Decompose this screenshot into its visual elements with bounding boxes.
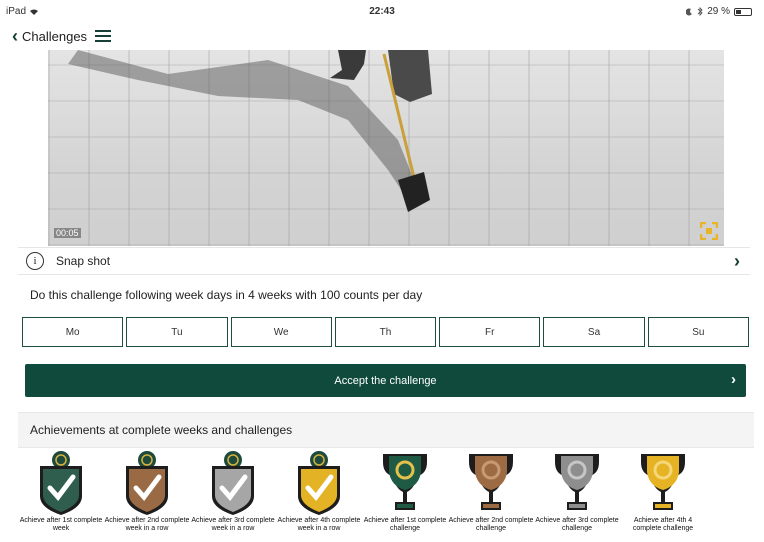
badge-week-3: Achieve after 3rd complete week in a row — [190, 450, 276, 533]
trophy-icon — [555, 454, 599, 510]
badge-caption: Achieve after 4th complete week in a row — [277, 517, 361, 532]
badge-caption: Achieve after 1st complete challenge — [363, 517, 447, 532]
video-player[interactable]: 00:05 — [48, 50, 724, 246]
day-su[interactable]: Su — [647, 317, 749, 347]
fullscreen-icon[interactable] — [700, 222, 718, 240]
achievement-badges: Achieve after 1st complete week Achieve … — [18, 450, 748, 542]
battery-icon — [734, 7, 752, 16]
day-we[interactable]: We — [230, 317, 332, 347]
badge-challenge-1: Achieve after 1st complete challenge — [362, 450, 448, 533]
clock: 22:43 — [369, 6, 395, 17]
achievements-title: Achievements at complete weeks and chall… — [30, 423, 293, 437]
snapshot-row[interactable]: i Snap shot › — [18, 247, 750, 275]
badge-challenge-3: Achieve after 3rd complete challenge — [534, 450, 620, 533]
info-icon: i — [26, 252, 44, 270]
chevron-left-icon: ‹ — [12, 26, 18, 46]
day-fr[interactable]: Fr — [439, 317, 541, 347]
video-timestamp: 00:05 — [54, 228, 81, 238]
shield-check-icon — [126, 451, 168, 515]
snapshot-label: Snap shot — [56, 254, 111, 268]
back-label: Challenges — [22, 28, 88, 44]
badge-caption: Achieve after 2nd complete challenge — [448, 517, 534, 532]
back-button[interactable]: ‹ Challenges — [12, 27, 87, 45]
achievements-header: Achievements at complete weeks and chall… — [18, 412, 754, 448]
challenge-description: Do this challenge following week days in… — [30, 288, 423, 302]
shield-check-icon — [40, 451, 82, 515]
moon-icon — [686, 8, 693, 15]
trophy-icon — [383, 454, 427, 510]
shield-check-icon — [212, 451, 254, 515]
day-mo[interactable]: Mo — [22, 317, 124, 347]
hamburger-menu-icon[interactable] — [95, 30, 112, 42]
accept-challenge-button[interactable]: Accept the challenge › — [25, 364, 746, 397]
badge-caption: Achieve after 1st complete week — [19, 517, 103, 532]
shield-check-icon — [298, 451, 340, 515]
chevron-right-icon: › — [731, 371, 736, 388]
badge-caption: Achieve after 3rd complete challenge — [535, 517, 619, 532]
day-tu[interactable]: Tu — [126, 317, 228, 347]
badge-week-1: Achieve after 1st complete week — [18, 450, 104, 533]
badge-week-4: Achieve after 4th complete week in a row — [276, 450, 362, 533]
nav-bar: ‹ Challenges — [0, 22, 764, 50]
badge-week-2: Achieve after 2nd complete week in a row — [104, 450, 190, 533]
badge-challenge-4: Achieve after 4th 4 complete challenge — [620, 450, 706, 533]
badge-caption: Achieve after 3rd complete week in a row — [191, 517, 275, 532]
bluetooth-icon — [697, 7, 703, 16]
badge-caption: Achieve after 4th 4 complete challenge — [632, 517, 694, 532]
status-bar: iPad 22:43 29 % — [0, 0, 764, 22]
accept-label: Accept the challenge — [334, 374, 437, 387]
chevron-right-icon: › — [734, 251, 740, 271]
trophy-icon — [469, 454, 513, 510]
battery-percent: 29 % — [707, 6, 730, 17]
weekday-selector: Mo Tu We Th Fr Sa Su — [22, 317, 749, 347]
video-scene — [68, 50, 432, 212]
badge-caption: Achieve after 2nd complete week in a row — [104, 517, 190, 532]
trophy-icon — [641, 454, 685, 510]
day-sa[interactable]: Sa — [543, 317, 645, 347]
day-th[interactable]: Th — [334, 317, 437, 347]
badge-challenge-2: Achieve after 2nd complete challenge — [448, 450, 534, 533]
